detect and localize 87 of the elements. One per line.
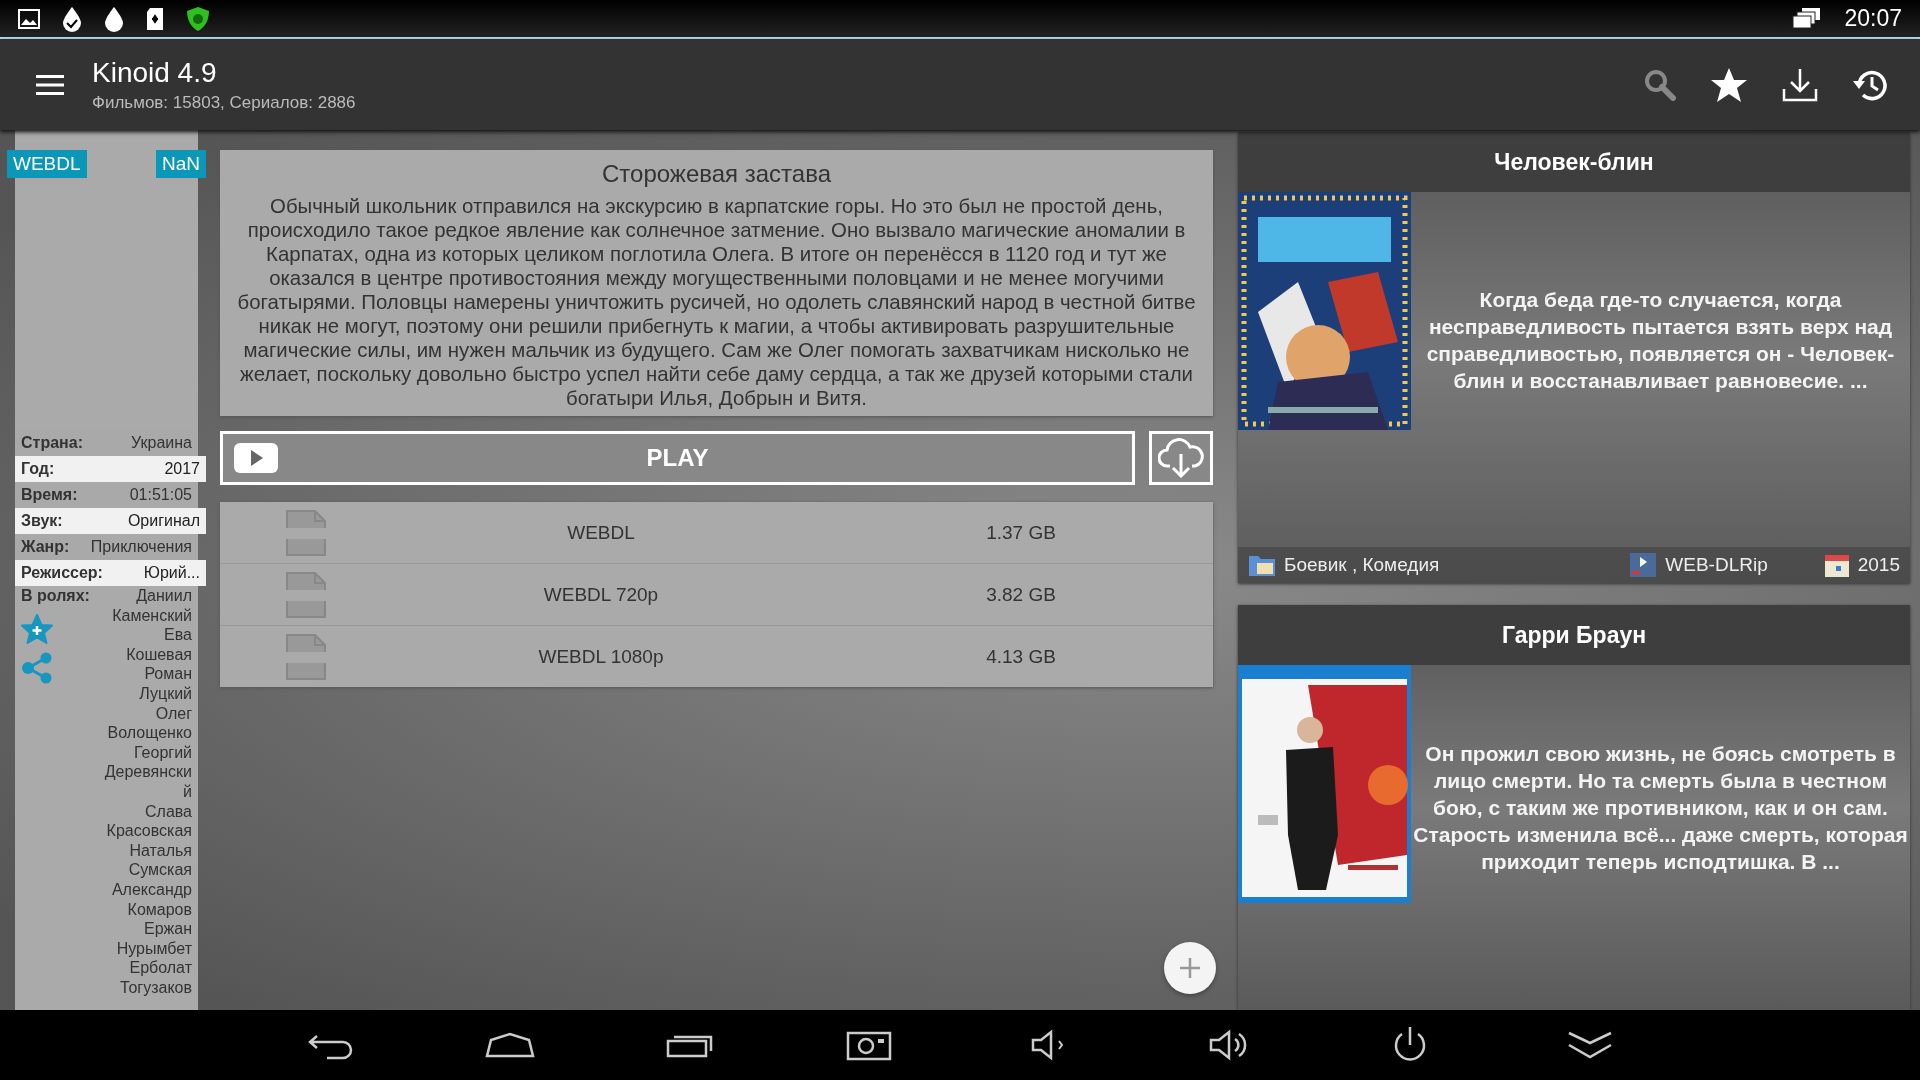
card-title: Гарри Браун xyxy=(1238,605,1910,665)
search-icon xyxy=(1644,68,1676,101)
cast-name: Комаров xyxy=(127,899,192,920)
cast-name: Георгий xyxy=(134,742,192,763)
cast-name: Кошевая xyxy=(126,644,192,665)
downloads-button[interactable] xyxy=(1782,66,1818,103)
cloud-download-button[interactable] xyxy=(1149,431,1213,485)
cast-name: Красовская xyxy=(106,821,192,841)
card-description: Когда беда где-то случается, когда несправедливость пытается взять верх над справедливостью, появляется он - Человек-блин и восстанавливает равновесие. ... xyxy=(1425,286,1896,394)
cast-name: Александр xyxy=(111,879,192,900)
image-icon xyxy=(18,8,40,29)
monitors-icon xyxy=(1792,6,1823,31)
shield-icon xyxy=(186,5,210,32)
info-value: Украина xyxy=(131,433,192,453)
app-subtitle: Фильмов: 15803, Сериалов: 2886 xyxy=(92,92,356,113)
info-label: Страна: xyxy=(21,433,83,453)
add-button[interactable] xyxy=(1164,942,1216,994)
card-description: Он прожил свою жизнь, не боясь смотреть в лицо смерти. Но та смерть была в честном бою, с таким же противником, как и он сам. Старость изменила всё... даже смерть, которая приходит теперь исподтишка. В ... xyxy=(1412,741,1909,875)
download-icon xyxy=(1782,66,1818,103)
movie-card[interactable] xyxy=(1238,605,1910,1010)
info-label: Звук: xyxy=(21,511,63,531)
torrent-size: 1.37 GB xyxy=(985,521,1057,544)
cast-name: Слава xyxy=(145,801,192,822)
quality: WEB-DLRip xyxy=(1665,554,1768,576)
cast-name: й xyxy=(183,781,192,802)
cast-name: Роман xyxy=(144,664,192,684)
info-value: Юрий... xyxy=(143,563,200,583)
add-favorite-button[interactable] xyxy=(21,613,53,644)
cast-name: Даниил xyxy=(136,586,192,606)
info-label: Время: xyxy=(21,485,78,505)
cast-label: В ролях: xyxy=(21,586,90,606)
play-button[interactable]: PLAY xyxy=(220,431,1135,485)
plus-icon xyxy=(1178,956,1202,980)
cast-name: Каменский xyxy=(112,605,192,626)
torrent-file-icon xyxy=(285,632,327,681)
clock: 20:07 xyxy=(1844,5,1902,32)
star-icon xyxy=(1710,66,1748,103)
torrent-file-icon xyxy=(285,508,327,557)
cast-name: Деревянски xyxy=(104,762,192,782)
favorites-button[interactable] xyxy=(1710,66,1748,103)
star-plus-icon xyxy=(21,613,53,644)
share-icon xyxy=(21,651,53,684)
search-button[interactable] xyxy=(1644,68,1676,101)
info-value: 2017 xyxy=(164,459,200,479)
cast-name: Нурымбет xyxy=(116,938,192,959)
cast-name: Тогузаков xyxy=(119,977,192,998)
info-value: Оригинал xyxy=(127,511,200,531)
cast-name: Сумская xyxy=(128,860,192,880)
play-icon xyxy=(233,442,279,474)
movie-title: Сторожевая застава xyxy=(601,160,832,188)
folder-icon xyxy=(1248,553,1276,577)
cast-name: Ерболат xyxy=(129,958,192,978)
torrent-size: 4.13 GB xyxy=(985,645,1057,668)
torrent-file-icon xyxy=(285,570,327,619)
cast-name: Луцкий xyxy=(139,683,192,704)
info-label: Режиссер: xyxy=(21,563,103,583)
info-value: 01:51:05 xyxy=(129,485,192,505)
movie-card[interactable]: Человек-блин Когда беда где-то случается, когда несправедливость пытается взять верх над справедливостью, появляется он - Человек-блин и восстанавливает равновесие. ... Боевик , Комедия WEB-DLRip 2015 xyxy=(1238,132,1910,583)
menu-button[interactable] xyxy=(36,73,64,96)
movie-description: Обычный школьник отправился на экскурсию в карпатские горы. Но это был не простой день, происходило такое редкое явление как солнечное затмение. Оно вызвало магические аномалии в Карпатах, одна из которых целиком поглотила Олега. В итоге он перенёсся в 1120 год и тут же оказался в центре противостояния между могущественными половцами и не менее могучими богатырями. Половцы намерены уничтожить русичей, но одолеть славянский народ в честной битве никак не могут, поэтому они решили прибегнуть к магии, а чтобы активировать разрушительные магические силы, им нужен мальчик из будущего. Сам же Олег помогать захватчикам нисколько не желает, поскольку довольно быстро успел найти себе даму сердца, а так же друзей которыми стали богатыри Илья, Добрын и Витя. xyxy=(236,194,1197,410)
torrent-name[interactable]: WEBDL 1080p xyxy=(400,645,802,668)
cast-name: Волощенко xyxy=(107,723,192,743)
info-value: Приключения xyxy=(90,537,192,557)
cast-name: Ержан xyxy=(144,919,192,939)
chevrons-down-icon xyxy=(1566,1029,1614,1061)
info-label: Год: xyxy=(21,459,55,479)
torrent-name[interactable]: WEBDL 720p xyxy=(400,583,802,606)
video-icon xyxy=(1629,552,1658,578)
cloud-download-icon xyxy=(1158,438,1204,478)
info-label: Жанр: xyxy=(21,537,70,557)
torrent-name[interactable]: WEBDL xyxy=(400,521,802,544)
cast-name: Олег xyxy=(155,703,192,724)
calendar-icon xyxy=(1823,552,1850,578)
torrent-size: 3.82 GB xyxy=(985,583,1057,606)
year: 2015 xyxy=(1857,554,1900,576)
menu-icon xyxy=(36,73,64,96)
quality-badge: NaN xyxy=(156,150,206,178)
card-title: Человек-блин xyxy=(1238,132,1910,192)
genres: Боевик , Комедия xyxy=(1284,554,1440,576)
app-title: Kinoid 4.9 xyxy=(92,56,218,89)
cast-name: Наталья xyxy=(129,840,192,861)
quality-badge: WEBDL xyxy=(7,150,87,178)
cast-name: Ева xyxy=(164,625,192,645)
drop-check-icon xyxy=(62,5,82,32)
sd-card-icon xyxy=(146,6,164,31)
home-icon xyxy=(485,1032,535,1058)
drop-icon xyxy=(104,5,124,32)
